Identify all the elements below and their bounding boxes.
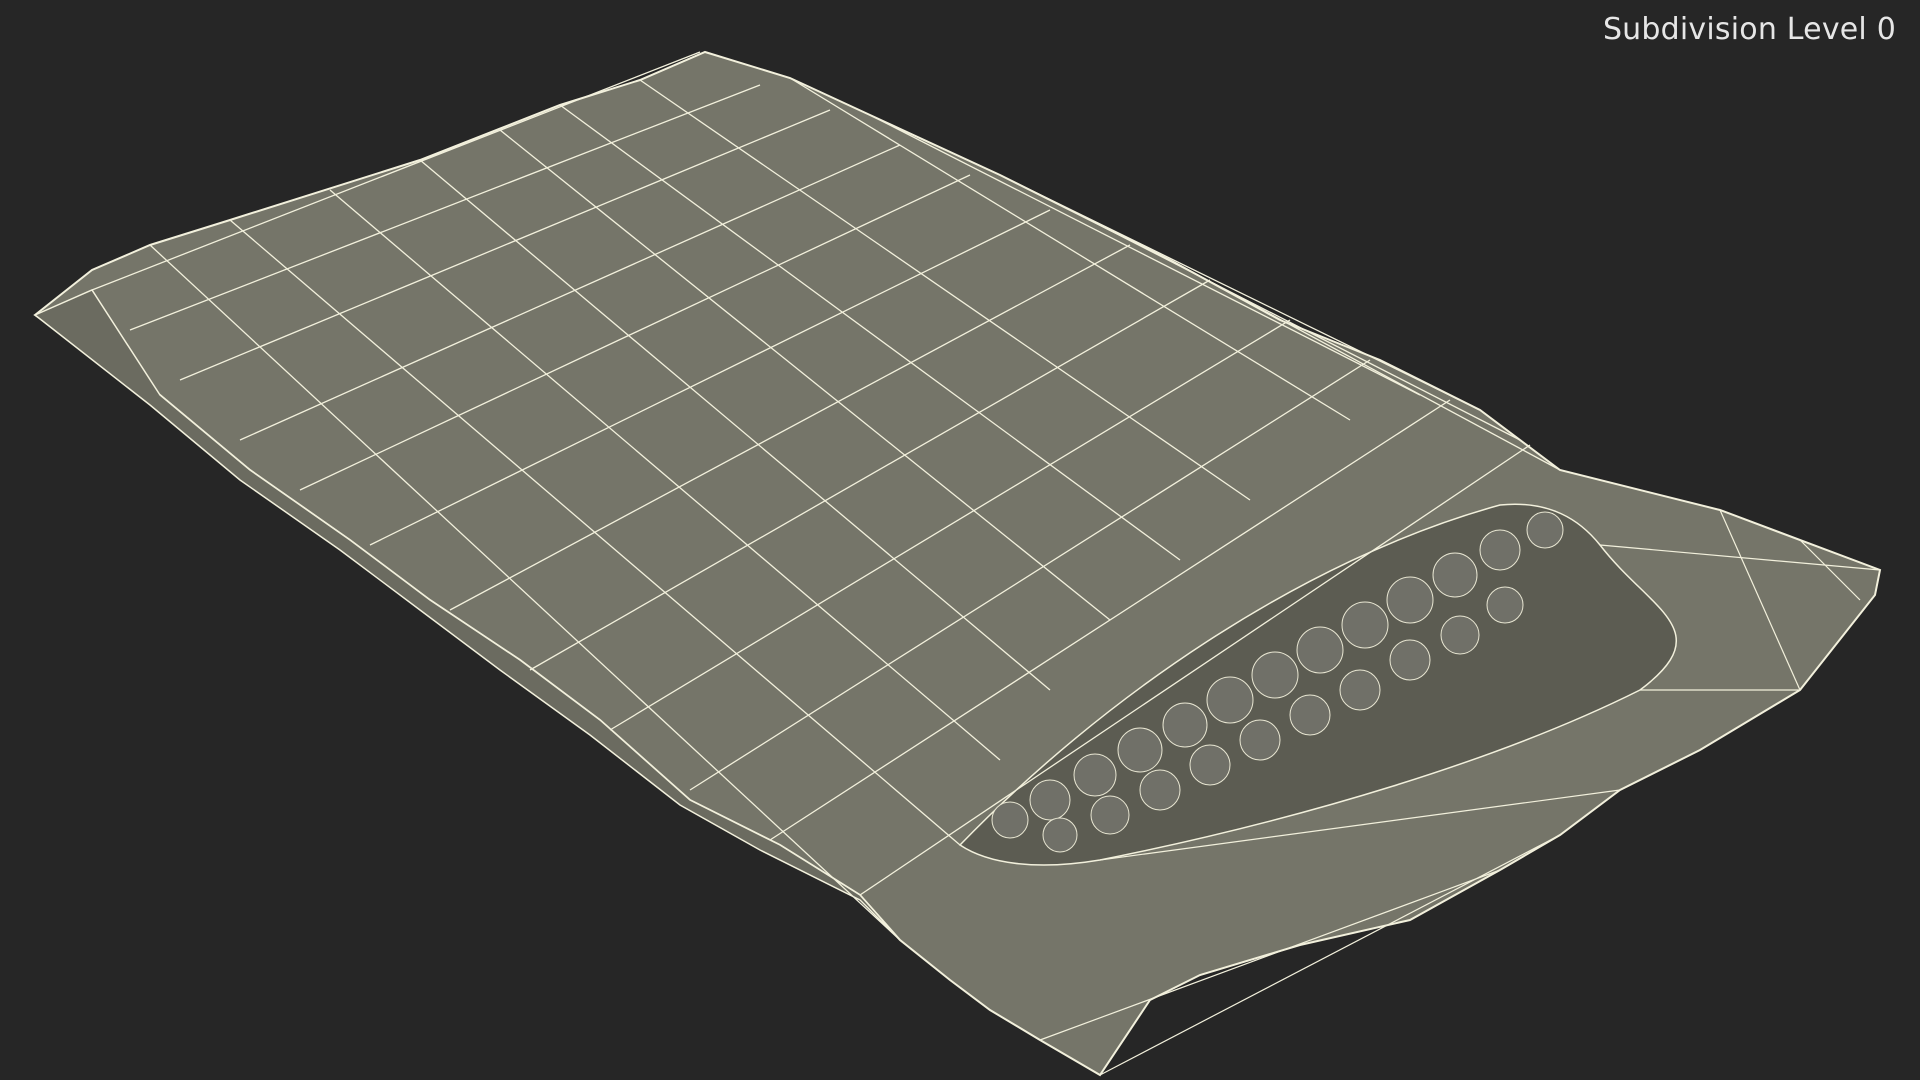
bubble-mailer-envelope-icon: [33, 50, 1882, 1077]
3d-viewport[interactable]: [0, 0, 1920, 1080]
